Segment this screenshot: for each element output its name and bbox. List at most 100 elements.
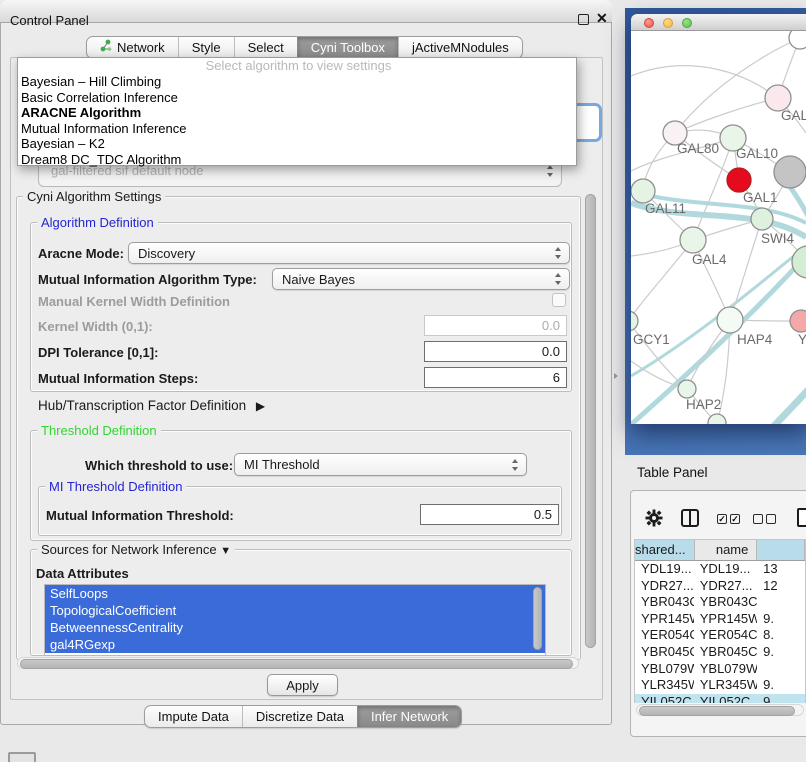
floating-panel-icon[interactable] — [8, 752, 36, 762]
table-column-header[interactable] — [757, 540, 805, 560]
spinner-icon — [512, 459, 519, 471]
table-hscroll-track[interactable] — [636, 704, 804, 716]
apply-button[interactable]: Apply — [267, 674, 338, 696]
algorithm-popup-item[interactable]: Basic Correlation Inference — [18, 90, 576, 106]
control-panel-titlebar[interactable] — [0, 0, 612, 23]
algorithm-popup-item[interactable]: Dream8 DC_TDC Algorithm — [18, 152, 576, 168]
attribute-list-item[interactable]: SelfLoops — [45, 585, 545, 602]
threshold-definition-title: Threshold Definition — [37, 423, 161, 438]
table-column-header[interactable]: shared... — [635, 540, 695, 560]
tab-jactivemnodules[interactable]: jActiveMNodules — [398, 37, 522, 58]
mi-threshold-definition-title: MI Threshold Definition — [45, 479, 186, 494]
network-edges-teal — [631, 181, 806, 424]
algorithm-popup-item[interactable]: Bayesian – Hill Climbing — [18, 74, 576, 90]
attribute-list-item[interactable]: gal4RGexp — [45, 636, 545, 653]
tab-label: Impute Data — [158, 706, 229, 727]
attribute-list-scrollbar[interactable] — [533, 587, 542, 650]
select-all-checkbox-icon-2[interactable]: ✓ — [730, 514, 740, 524]
dpi-tolerance-label: DPI Tolerance [0,1]: — [38, 345, 158, 360]
network-node-y[interactable] — [790, 310, 806, 332]
network-canvas[interactable]: GALGAL80GAL10GAL1GAL11SWI4GAL4GCY1HAP4YH… — [631, 31, 806, 424]
table-column-header[interactable]: name — [695, 540, 758, 560]
table-row[interactable]: YPR145WYPR145W9. — [635, 611, 805, 628]
table-body: YDL19...YDL19...13YDR27...YDR27...12YBR0… — [635, 561, 805, 703]
tab-label: Network — [117, 37, 165, 58]
control-panel-tabbar: Network Style Select Cyni ToolboxjActiveMNo… — [86, 36, 523, 59]
mi-type-combo[interactable]: Naive Bayes — [272, 268, 570, 290]
tab-infer-network[interactable]: Infer Network — [357, 706, 461, 727]
algorithm-popup-item[interactable]: Bayesian – K2 — [18, 136, 576, 152]
network-node-label: GAL80 — [677, 141, 719, 156]
attribute-list-item[interactable]: TopologicalCoefficient — [45, 602, 545, 619]
tab-cyni-toolbox[interactable]: Cyni Toolbox — [297, 37, 398, 58]
tab-discretize-data[interactable]: Discretize Data — [242, 706, 357, 727]
dpi-tolerance-input[interactable]: 0.0 — [424, 341, 567, 362]
settings-hscroll-thumb[interactable] — [20, 659, 573, 669]
algorithm-popup-item[interactable]: ARACNE Algorithm — [18, 105, 576, 121]
table-row[interactable]: YBL079WYBL079W — [635, 661, 805, 678]
which-threshold-combo[interactable]: MI Threshold — [234, 453, 527, 476]
gear-icon[interactable] — [645, 509, 663, 527]
settings-vertical-scrollbar[interactable] — [585, 194, 596, 648]
aracne-mode-combo[interactable]: Discovery — [128, 242, 570, 264]
table-row[interactable]: YBR045CYBR045C9. — [635, 644, 805, 661]
network-node-gal1[interactable] — [727, 168, 751, 192]
table-cell: YPR145W — [635, 611, 694, 628]
close-icon[interactable]: ✕ — [596, 10, 608, 27]
network-node-gal11[interactable] — [631, 179, 655, 203]
tab-select[interactable]: Select — [234, 37, 297, 58]
kernel-width-label: Kernel Width (0,1): — [38, 319, 153, 334]
table-cell: YDL19... — [635, 561, 694, 578]
document-icon[interactable] — [797, 508, 806, 527]
table-row[interactable]: YLR345WYLR345W9. — [635, 677, 805, 694]
network-node[interactable] — [708, 414, 726, 424]
tab-style[interactable]: Style — [178, 37, 234, 58]
manual-kernel-checkbox[interactable] — [552, 293, 566, 307]
which-threshold-value: MI Threshold — [244, 457, 320, 472]
network-window-titlebar[interactable] — [631, 14, 806, 31]
table-row[interactable]: YIL052CYIL052C9 — [635, 694, 805, 703]
table-panel-title: Table Panel — [637, 465, 708, 480]
network-node-hap2[interactable] — [678, 380, 696, 398]
table-hscroll-thumb[interactable] — [639, 706, 795, 716]
table-row[interactable]: YDL19...YDL19...13 — [635, 561, 805, 578]
data-attributes-list: SelfLoopsTopologicalCoefficientBetweenne… — [44, 584, 546, 656]
split-view-icon[interactable] — [681, 509, 699, 527]
network-node[interactable] — [792, 246, 806, 278]
network-node-swi4[interactable] — [751, 208, 773, 230]
table-cell — [757, 661, 805, 678]
hub-definition-toggle[interactable]: Hub/Transcription Factor Definition ▶ — [38, 398, 265, 413]
table-row[interactable]: YER054CYER054C8. — [635, 627, 805, 644]
close-traffic-light-icon[interactable] — [644, 18, 654, 28]
attribute-list-item[interactable]: BetweennessCentrality — [45, 619, 545, 636]
network-node-gal4[interactable] — [680, 227, 706, 253]
splitter-handle[interactable] — [612, 371, 620, 380]
sources-title-row[interactable]: Sources for Network Inference ▼ — [37, 542, 235, 559]
deselect-all-checkbox-icon-2[interactable] — [766, 514, 776, 524]
deselect-all-checkbox-icon[interactable] — [753, 514, 763, 524]
table-row[interactable]: YDR27...YDR27...12 — [635, 578, 805, 595]
table-row[interactable]: YBR043CYBR043C — [635, 594, 805, 611]
float-window-icon[interactable] — [578, 14, 589, 25]
table-cell: YPR145W — [694, 611, 757, 628]
collapsed-arrow-icon: ▶ — [256, 399, 265, 413]
table-cell — [757, 594, 805, 611]
network-node[interactable] — [774, 156, 806, 188]
network-node-gcy1[interactable] — [631, 311, 638, 331]
mi-threshold-input[interactable]: 0.5 — [420, 504, 559, 525]
algorithm-popup-item[interactable]: Mutual Information Inference — [18, 121, 576, 137]
tab-label: Select — [248, 37, 284, 58]
network-node-label: GAL4 — [692, 252, 727, 267]
tab-impute-data[interactable]: Impute Data — [145, 706, 242, 727]
zoom-traffic-light-icon[interactable] — [682, 18, 692, 28]
settings-hscroll-track[interactable] — [17, 657, 579, 669]
table-cell: 12 — [757, 578, 805, 595]
mi-steps-input[interactable]: 6 — [424, 367, 567, 388]
network-node[interactable] — [789, 31, 806, 49]
kernel-width-input[interactable]: 0.0 — [424, 315, 567, 336]
which-threshold-label: Which threshold to use: — [85, 458, 233, 473]
select-all-checkbox-icon[interactable]: ✓ — [717, 514, 727, 524]
minimize-traffic-light-icon[interactable] — [663, 18, 673, 28]
network-node-hap4[interactable] — [717, 307, 743, 333]
tab-network[interactable]: Network — [87, 37, 178, 58]
